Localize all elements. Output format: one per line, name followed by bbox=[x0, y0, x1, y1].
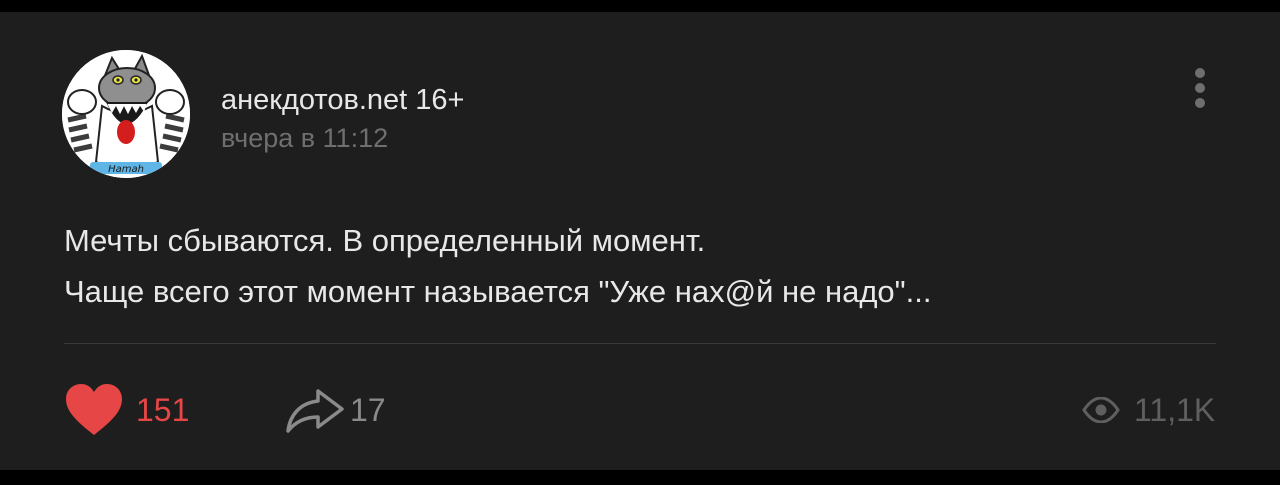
avatar[interactable]: Hamah bbox=[62, 50, 190, 178]
more-options-button[interactable] bbox=[1180, 64, 1220, 112]
views-counter: 11,1K bbox=[1082, 380, 1215, 440]
author-name[interactable]: анекдотов.net 16+ bbox=[221, 83, 464, 117]
post-text-line: Мечты сбываются. В определенный момент. bbox=[64, 223, 706, 258]
share-count: 17 bbox=[350, 392, 386, 428]
post-body: Мечты сбываются. В определенный момент. … bbox=[64, 215, 1214, 317]
share-arrow-icon bbox=[286, 389, 344, 433]
eye-icon bbox=[1082, 397, 1120, 423]
divider bbox=[64, 343, 1216, 344]
avatar-cat-illustration: Hamah bbox=[62, 50, 190, 178]
views-count: 11,1K bbox=[1134, 392, 1216, 428]
more-vertical-icon bbox=[1195, 68, 1205, 78]
menu-dot bbox=[1195, 83, 1205, 93]
like-count: 151 bbox=[136, 392, 190, 428]
share-button[interactable]: 17 bbox=[284, 380, 386, 440]
post-text-line: Чаще всего этот момент называется "Уже н… bbox=[64, 274, 932, 309]
post-card: Hamah анекдотов.net 16+ вчера в 11:12 Ме… bbox=[0, 12, 1280, 470]
avatar-caption: Hamah bbox=[108, 164, 144, 175]
menu-dot bbox=[1195, 98, 1205, 108]
heart-icon bbox=[66, 384, 122, 435]
post-timestamp[interactable]: вчера в 11:12 bbox=[221, 122, 388, 154]
like-button[interactable]: 151 bbox=[64, 380, 189, 440]
